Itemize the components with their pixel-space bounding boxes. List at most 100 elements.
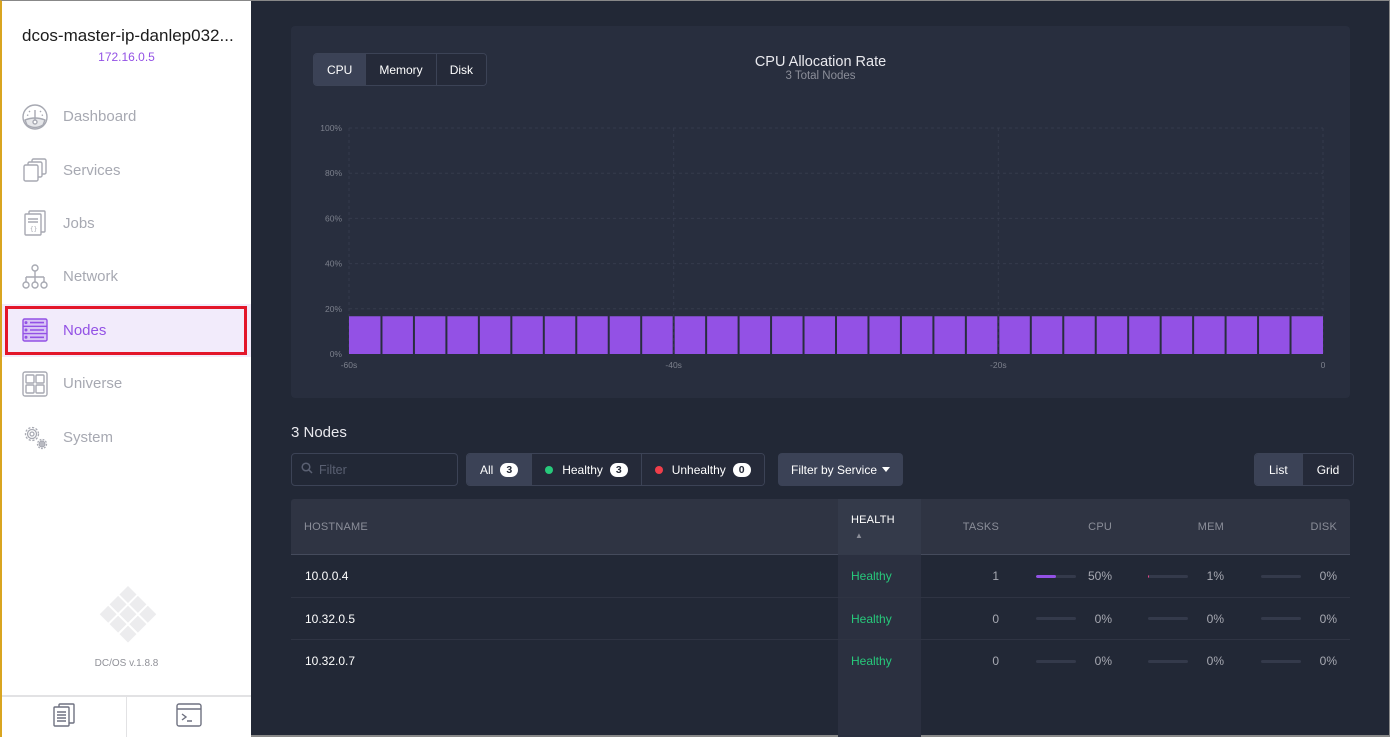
terminal-icon xyxy=(175,702,203,733)
cpu-cell: 0% xyxy=(1094,611,1112,626)
y-tick-label: 20% xyxy=(325,304,342,314)
column-header-mem[interactable]: MEM xyxy=(1161,499,1224,555)
chart-bar xyxy=(544,316,576,354)
sidebar-item-label: Network xyxy=(63,268,119,286)
chart-bar xyxy=(1161,316,1193,354)
chart-bar xyxy=(479,316,511,354)
chart-bar xyxy=(609,316,641,354)
sidebar-item-system[interactable]: System xyxy=(2,410,251,463)
cpu-cell: 50% xyxy=(1087,569,1112,583)
sidebar-item-services[interactable]: Services xyxy=(2,143,251,196)
network-tree-icon xyxy=(21,263,49,291)
chart-bar xyxy=(1226,316,1258,354)
mem-cell: 1% xyxy=(1206,569,1224,583)
sidebar-item-label: Services xyxy=(63,161,121,179)
hostname-cell[interactable]: 10.0.0.4 xyxy=(305,555,348,597)
nodes-count-title: 3 Nodes xyxy=(291,424,347,441)
tasks-cell: 0 xyxy=(992,611,999,626)
main-content: CPU Memory Disk CPU Allocation Rate 3 To… xyxy=(251,0,1390,737)
chart-bar xyxy=(804,316,835,354)
y-tick-label: 40% xyxy=(325,259,342,269)
cpu-usage-bar xyxy=(1036,640,1076,682)
count-badge: 3 xyxy=(609,462,628,477)
chart-bar xyxy=(934,316,965,354)
column-header-label: HEALTH xyxy=(851,514,895,526)
table-row[interactable]: 10.32.0.5 Healthy 0 0% 0% 0% xyxy=(291,598,1350,640)
dcos-logo xyxy=(98,584,158,644)
chart-bar xyxy=(837,316,868,354)
filter-input[interactable] xyxy=(319,462,449,477)
health-cell: Healthy xyxy=(851,611,892,626)
column-header-disk[interactable]: DISK xyxy=(1271,499,1337,555)
column-header-hostname[interactable]: HOSTNAME xyxy=(304,499,368,555)
system-gears-icon xyxy=(21,423,49,451)
mem-cell: 0% xyxy=(1206,654,1224,668)
health-filter-group: All 3 Healthy 3 Unhealthy 0 xyxy=(466,453,765,486)
chart-bar xyxy=(999,316,1030,354)
filter-search-field[interactable] xyxy=(291,453,458,486)
hostname-cell[interactable]: 10.32.0.7 xyxy=(305,640,355,682)
documentation-icon xyxy=(51,702,77,733)
chart-bar xyxy=(966,316,998,354)
sidebar-item-label: Dashboard xyxy=(63,108,137,126)
sidebar-item-label: Jobs xyxy=(63,214,95,232)
chart-bar xyxy=(1291,316,1323,354)
cpu-usage-bar xyxy=(1036,555,1076,597)
grid-view-button[interactable]: Grid xyxy=(1301,454,1354,485)
table-row[interactable]: 10.32.0.7 Healthy 0 0% 0% 0% xyxy=(291,640,1350,683)
mem-usage-bar xyxy=(1148,640,1188,682)
filter-label: Unhealthy xyxy=(671,462,726,477)
health-cell: Healthy xyxy=(851,569,892,583)
healthy-status-dot-icon xyxy=(545,465,554,474)
sidebar-item-label: Universe xyxy=(63,375,123,393)
sidebar-item-nodes[interactable]: Nodes xyxy=(2,303,251,357)
filter-unhealthy-button[interactable]: Unhealthy 0 xyxy=(640,454,764,485)
universe-grid-icon xyxy=(21,370,49,398)
chart-bar xyxy=(1064,316,1095,354)
count-badge: 3 xyxy=(500,462,519,477)
sidebar-item-universe[interactable]: Universe xyxy=(2,357,251,410)
chart-bar xyxy=(1096,316,1128,354)
mem-cell: 0% xyxy=(1206,611,1224,626)
sidebar-item-network[interactable]: Network xyxy=(2,250,251,303)
filter-healthy-button[interactable]: Healthy 3 xyxy=(531,454,641,485)
allocation-chart: 0% 20% 40% 60% 80% 100% -60s -40s -20s 0 xyxy=(320,123,1325,370)
disk-cell: 0% xyxy=(1319,569,1337,583)
documentation-button[interactable] xyxy=(2,697,126,737)
sidebar-item-jobs[interactable]: {} Jobs xyxy=(2,197,251,250)
chart-bar xyxy=(1194,316,1225,354)
list-view-button[interactable]: List xyxy=(1255,454,1302,485)
chart-bar xyxy=(674,316,706,354)
x-tick-label: -20s xyxy=(990,360,1007,370)
table-row[interactable]: 10.0.0.4 Healthy 1 50% 1% 0% xyxy=(291,555,1350,598)
filter-by-service-dropdown[interactable]: Filter by Service xyxy=(778,453,904,486)
sidebar-item-dashboard[interactable]: Dashboard xyxy=(2,90,251,143)
hostname-cell[interactable]: 10.32.0.5 xyxy=(305,598,355,640)
chart-bar xyxy=(869,316,900,354)
dropdown-label: Filter by Service xyxy=(791,462,878,477)
column-header-cpu[interactable]: CPU xyxy=(1051,499,1112,555)
sidebar-item-label: Nodes xyxy=(63,321,107,339)
health-cell: Healthy xyxy=(851,654,892,668)
chart-bar xyxy=(1129,316,1160,354)
caret-down-icon xyxy=(882,467,891,472)
column-header-health[interactable]: HEALTH ▲ xyxy=(851,499,895,555)
chart-bar xyxy=(349,316,381,354)
sort-ascending-icon: ▲ xyxy=(855,531,864,540)
column-header-tasks[interactable]: TASKS xyxy=(931,499,999,555)
filter-label: Healthy xyxy=(562,462,603,477)
view-toggle: List Grid xyxy=(1254,453,1355,486)
cluster-ip: 172.16.0.5 xyxy=(98,50,155,64)
filter-all-button[interactable]: All 3 xyxy=(467,454,532,485)
chart-bar xyxy=(382,316,413,354)
nodes-server-icon xyxy=(21,316,49,344)
unhealthy-status-dot-icon xyxy=(654,465,663,474)
chart-bar xyxy=(901,316,933,354)
jobs-document-icon: {} xyxy=(21,209,49,237)
mem-usage-bar xyxy=(1148,598,1188,640)
cli-terminal-button[interactable] xyxy=(126,697,251,737)
cluster-name[interactable]: dcos-master-ip-danlep032... xyxy=(22,26,234,46)
chart-bar xyxy=(512,316,543,354)
chart-bar xyxy=(1031,316,1063,354)
y-tick-label: 80% xyxy=(325,168,342,178)
